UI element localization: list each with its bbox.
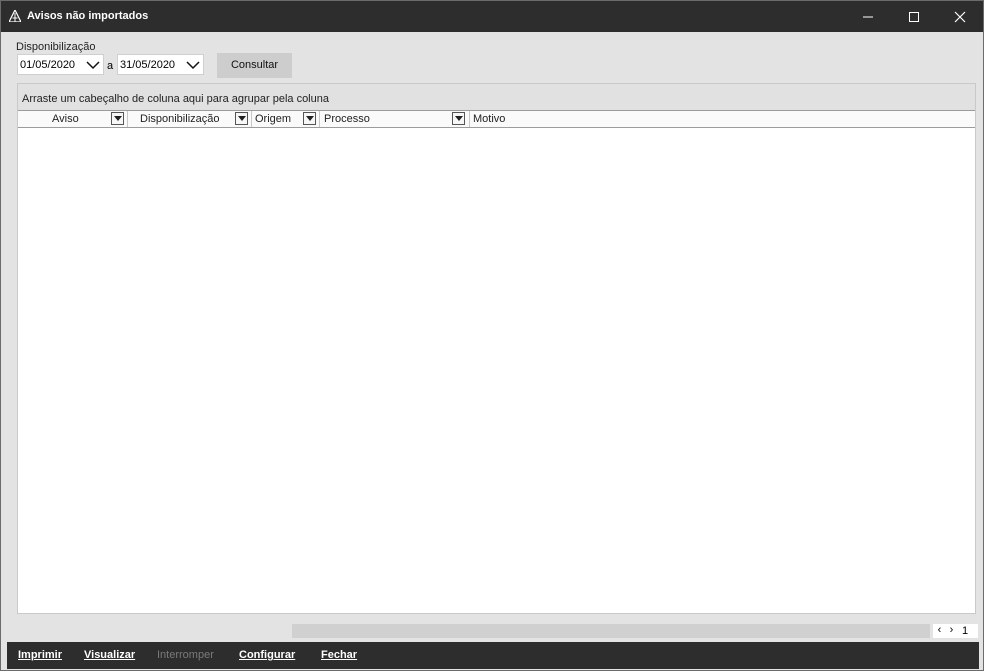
group-by-panel[interactable]: Arraste um cabeçalho de coluna aqui para… [18, 84, 975, 110]
close-button[interactable] [937, 1, 983, 32]
chevron-left-icon[interactable]: ‹ [934, 624, 945, 638]
filter-dropdown-icon[interactable] [452, 112, 465, 125]
interrupt-button[interactable]: Interromper [157, 649, 214, 661]
print-button[interactable]: Imprimir [18, 649, 62, 661]
date-range-separator: a [107, 60, 114, 72]
column-header-label: Disponibilização [140, 113, 220, 125]
group-by-hint: Arraste um cabeçalho de coluna aqui para… [22, 93, 329, 105]
close-icon [954, 11, 966, 23]
app-logo-icon [9, 10, 21, 22]
filter-dropdown-icon[interactable] [303, 112, 316, 125]
configure-button[interactable]: Configurar [239, 649, 295, 661]
column-header-label: Processo [324, 113, 370, 125]
minimize-icon [863, 16, 873, 18]
column-header-label: Motivo [473, 113, 506, 125]
disponibilizacao-label: Disponibilização [16, 41, 96, 53]
column-header-motivo[interactable]: Motivo [470, 111, 975, 127]
page-navigator: ‹ › 1 [933, 624, 978, 638]
maximize-icon [909, 12, 919, 22]
grid-header: Aviso Disponibilização Origem Processo M… [18, 110, 975, 128]
column-header-label: Origem [255, 113, 292, 125]
view-button[interactable]: Visualizar [84, 649, 135, 661]
column-header-aviso[interactable]: Aviso [18, 111, 128, 127]
app-window: Avisos não importados Disponibilização 0… [0, 0, 984, 671]
column-header-processo[interactable]: Processo [320, 111, 470, 127]
filter-dropdown-icon[interactable] [111, 112, 124, 125]
filter-dropdown-icon[interactable] [235, 112, 248, 125]
column-header-origem[interactable]: Origem [252, 111, 320, 127]
date-to-picker[interactable]: 31/05/2020 [117, 54, 204, 75]
chevron-right-icon[interactable]: › [946, 624, 957, 638]
window-title: Avisos não importados [27, 10, 149, 22]
chevron-down-icon[interactable] [86, 59, 100, 71]
consultar-button[interactable]: Consultar [217, 53, 292, 78]
chevron-down-icon[interactable] [186, 59, 200, 71]
page-number: 1 [962, 625, 969, 637]
column-header-disponibilizacao[interactable]: Disponibilização [128, 111, 252, 127]
minimize-button[interactable] [845, 1, 891, 32]
consultar-button-label: Consultar [230, 59, 279, 71]
bottom-toolbar: Imprimir Visualizar Interromper Configur… [7, 642, 979, 669]
horizontal-scrollbar[interactable] [292, 624, 930, 638]
column-header-label: Aviso [52, 113, 79, 125]
date-from-picker[interactable]: 01/05/2020 [17, 54, 104, 75]
data-grid[interactable]: Arraste um cabeçalho de coluna aqui para… [17, 83, 976, 614]
close-action-button[interactable]: Fechar [321, 649, 357, 661]
title-bar[interactable]: Avisos não importados [1, 1, 983, 32]
maximize-button[interactable] [891, 1, 937, 32]
date-from-value: 01/05/2020 [20, 59, 76, 71]
date-to-value: 31/05/2020 [120, 59, 176, 71]
